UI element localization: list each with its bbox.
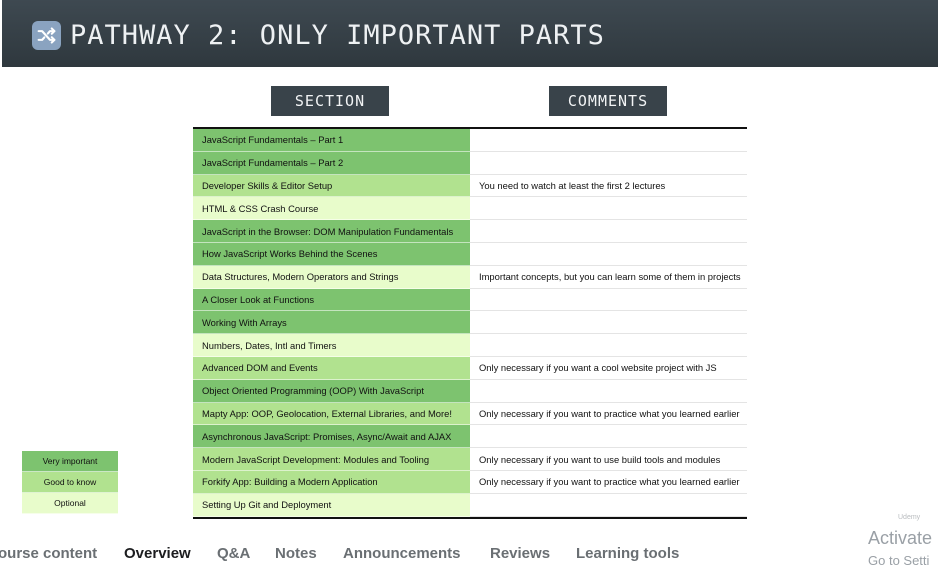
table-row: Setting Up Git and Deployment <box>193 493 747 517</box>
table-row: Object Oriented Programming (OOP) With J… <box>193 379 747 403</box>
tab-notes[interactable]: Notes <box>275 545 317 562</box>
comments-column-header: COMMENTS <box>549 86 667 116</box>
comment-cell <box>470 243 747 266</box>
comment-cell <box>470 220 747 243</box>
section-column-header: SECTION <box>271 86 389 116</box>
section-cell: JavaScript Fundamentals – Part 2 <box>193 151 470 175</box>
section-cell: Asynchronous JavaScript: Promises, Async… <box>193 425 470 449</box>
lecture-slide: PATHWAY 2: ONLY IMPORTANT PARTS SECTION … <box>2 0 938 531</box>
table-row: A Closer Look at Functions <box>193 288 747 312</box>
table-row: Numbers, Dates, Intl and Timers <box>193 334 747 357</box>
comment-cell <box>470 152 747 175</box>
comment-cell <box>470 311 747 335</box>
comment-cell: You need to watch at least the first 2 l… <box>470 175 747 198</box>
section-cell: Working With Arrays <box>193 311 470 335</box>
slide-title: PATHWAY 2: ONLY IMPORTANT PARTS <box>70 20 605 51</box>
section-cell: A Closer Look at Functions <box>193 288 470 312</box>
section-cell: JavaScript in the Browser: DOM Manipulat… <box>193 220 470 243</box>
activate-windows-subtitle: Go to Setti <box>868 553 930 568</box>
comment-cell <box>470 494 747 517</box>
pathway-table: JavaScript Fundamentals – Part 1 JavaScri… <box>193 127 747 519</box>
table-row: Forkify App: Building a Modern Applicati… <box>193 470 747 494</box>
table-row: JavaScript Fundamentals – Part 1 <box>193 129 747 152</box>
activate-windows-title: Activate <box>868 528 933 548</box>
section-cell: JavaScript Fundamentals – Part 1 <box>193 129 470 152</box>
tab-announcements[interactable]: Announcements <box>343 545 461 562</box>
section-cell: Mapty App: OOP, Geolocation, External Li… <box>193 402 470 426</box>
table-row: Asynchronous JavaScript: Promises, Async… <box>193 425 747 449</box>
section-cell: Advanced DOM and Events <box>193 356 470 380</box>
legend-item-very: Very important <box>22 451 118 472</box>
comment-cell <box>470 129 747 152</box>
tab-overview[interactable]: Overview <box>124 545 191 562</box>
udemy-watermark: Udemy <box>898 514 921 521</box>
section-cell: Setting Up Git and Deployment <box>193 493 470 517</box>
legend: Very important Good to know Optional <box>22 451 118 514</box>
table-row: Developer Skills & Editor Setup You need … <box>193 174 747 198</box>
section-cell: Modern JavaScript Development: Modules a… <box>193 448 470 471</box>
table-row: How JavaScript Works Behind the Scenes <box>193 242 747 266</box>
section-cell: Developer Skills & Editor Setup <box>193 174 470 198</box>
comment-cell <box>470 425 747 449</box>
section-cell: How JavaScript Works Behind the Scenes <box>193 242 470 266</box>
comment-cell: Important concepts, but you can learn so… <box>470 266 747 289</box>
table-row: JavaScript in the Browser: DOM Manipulat… <box>193 220 747 243</box>
comment-cell: Only necessary if you want to practice w… <box>470 403 747 426</box>
comment-cell <box>470 334 747 357</box>
course-tab-bar: ourse content Overview Q&A Notes Announcemen… <box>0 531 938 570</box>
section-cell: Forkify App: Building a Modern Applicati… <box>193 470 470 494</box>
table-row: Data Structures, Modern Operators and St… <box>193 265 747 289</box>
tab-q-a[interactable]: Q&A <box>217 545 250 562</box>
table-row: Modern JavaScript Development: Modules a… <box>193 448 747 471</box>
comment-cell <box>470 289 747 312</box>
comment-cell <box>470 197 747 221</box>
table-row: Mapty App: OOP, Geolocation, External Li… <box>193 402 747 426</box>
tab-learning-tools[interactable]: Learning tools <box>576 545 679 562</box>
slide-header: PATHWAY 2: ONLY IMPORTANT PARTS <box>2 0 938 67</box>
table-row: HTML & CSS Crash Course <box>193 197 747 221</box>
tab-reviews[interactable]: Reviews <box>490 545 550 562</box>
shuffle-icon <box>32 21 61 50</box>
section-cell: Object Oriented Programming (OOP) With J… <box>193 379 470 403</box>
legend-item-good: Good to know <box>22 472 118 493</box>
table-row: Advanced DOM and Events Only necessary if… <box>193 356 747 380</box>
table-row: Working With Arrays <box>193 311 747 335</box>
comment-cell <box>470 380 747 403</box>
section-cell: Numbers, Dates, Intl and Timers <box>193 334 470 357</box>
section-cell: HTML & CSS Crash Course <box>193 197 470 221</box>
section-cell: Data Structures, Modern Operators and St… <box>193 265 470 289</box>
legend-item-opt: Optional <box>22 493 118 514</box>
comment-cell: Only necessary if you want to use build … <box>470 448 747 471</box>
tab-ourse-content[interactable]: ourse content <box>0 545 97 562</box>
comment-cell: Only necessary if you want to practice w… <box>470 471 747 494</box>
table-row: JavaScript Fundamentals – Part 2 <box>193 151 747 175</box>
comment-cell: Only necessary if you want a cool websit… <box>470 357 747 380</box>
